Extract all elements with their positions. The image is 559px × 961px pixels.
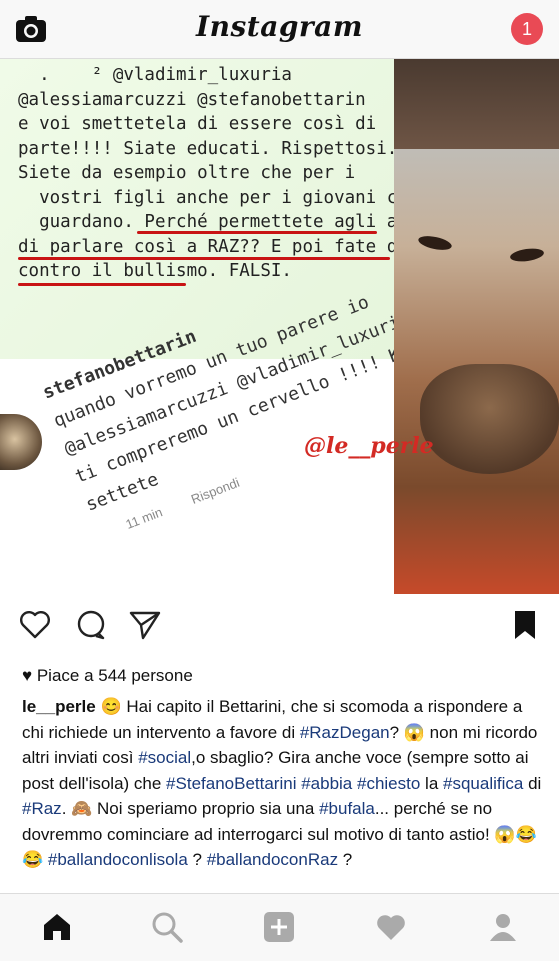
caption-text: . 🙈 Noi speriamo proprio sia una <box>61 799 320 818</box>
profile-icon[interactable] <box>486 910 520 944</box>
post-actions <box>0 594 559 656</box>
hashtag-link[interactable]: #abbia <box>301 774 352 793</box>
watermark: @le__perle <box>304 433 434 459</box>
app-title: Instagram <box>196 10 363 43</box>
top-bar: Instagram 1 <box>0 0 559 59</box>
note-text: . ² @vladimir_luxuria @alessiamarcuzzi @s… <box>18 65 450 281</box>
post-image[interactable]: . ² @vladimir_luxuria @alessiamarcuzzi @s… <box>0 59 559 594</box>
hashtag-link[interactable]: #squalifica <box>443 774 523 793</box>
comment-time: 11 min <box>123 504 165 532</box>
post-caption: le__perle 😊 Hai capito il Bettarini, che… <box>22 694 544 873</box>
comment-reply: Rispondi <box>188 474 242 507</box>
heart-icon: ♥ <box>22 666 33 685</box>
caption-text: ? <box>187 850 207 869</box>
bottom-nav <box>0 893 559 961</box>
likes-text: Piace a 544 persone <box>36 666 193 685</box>
hashtag-link[interactable]: #ballandoconRaz <box>207 850 338 869</box>
add-post-icon[interactable] <box>262 910 296 944</box>
caption-text: ? <box>338 850 353 869</box>
likes-count[interactable]: ♥ Piace a 544 persone <box>22 666 193 686</box>
hashtag-link[interactable]: #chiesto <box>357 774 420 793</box>
hashtag-link[interactable]: #RazDegan <box>300 723 390 742</box>
underline-mark <box>18 283 186 286</box>
notification-badge[interactable]: 1 <box>511 13 543 45</box>
hashtag-link[interactable]: #social <box>138 748 191 767</box>
portrait-hair <box>394 59 559 149</box>
hashtag-link[interactable]: #bufala <box>319 799 375 818</box>
bookmark-icon[interactable] <box>508 608 542 642</box>
underline-mark <box>137 231 377 234</box>
paper-plane-icon[interactable] <box>128 608 162 642</box>
caption-username[interactable]: le__perle <box>22 697 96 716</box>
underline-mark <box>18 257 390 260</box>
hashtag-link[interactable]: #StefanoBettarini <box>166 774 296 793</box>
comment-bubble-icon[interactable] <box>74 608 108 642</box>
heart-outline-icon[interactable] <box>18 608 52 642</box>
heart-icon[interactable] <box>374 910 408 944</box>
caption-body: 😊 Hai capito il Bettarini, che si scomod… <box>22 697 541 869</box>
hashtag-link[interactable]: #ballandoconlisola <box>48 850 188 869</box>
home-icon[interactable] <box>40 910 74 944</box>
hashtag-link[interactable]: #Raz <box>22 799 62 818</box>
search-icon[interactable] <box>150 910 184 944</box>
caption-text: di <box>523 773 542 793</box>
caption-text: la <box>420 773 444 793</box>
portrait-beard <box>420 364 559 474</box>
